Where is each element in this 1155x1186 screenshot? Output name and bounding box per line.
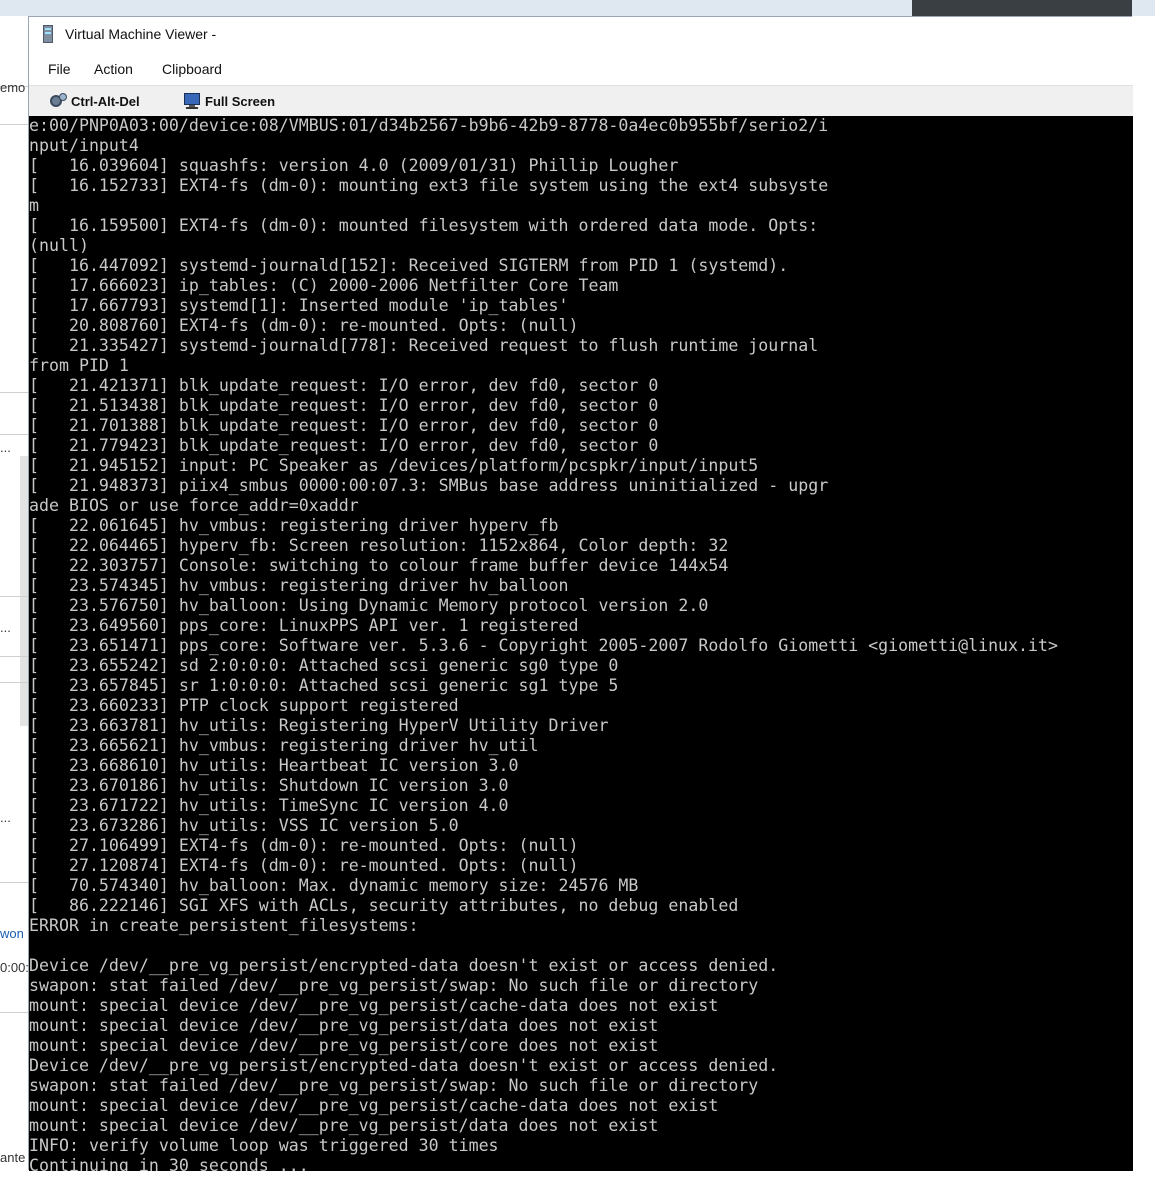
menu-clipboard[interactable]: Clipboard [162, 61, 222, 77]
background-link-fragment: won [0, 926, 24, 941]
console-output: e:00/PNP0A03:00/device:08/VMBUS:01/d34b2… [29, 116, 1058, 1171]
background-text-fragment: 0:00: [0, 960, 28, 975]
toolbar: Ctrl-Alt-Del Full Screen [29, 85, 1133, 116]
divider [0, 882, 28, 883]
menu-file[interactable]: File [48, 61, 71, 77]
title-bar[interactable]: Virtual Machine Viewer - [29, 17, 1133, 53]
ctrl-alt-del-button[interactable]: Ctrl-Alt-Del [49, 90, 140, 112]
menu-action[interactable]: Action [94, 61, 133, 77]
background-text-fragment: ... [0, 620, 11, 635]
divider [0, 434, 28, 435]
divider [0, 392, 28, 393]
background-scrollbar [20, 456, 28, 726]
vm-console-screen[interactable]: e:00/PNP0A03:00/device:08/VMBUS:01/d34b2… [29, 116, 1133, 1171]
background-window-edge: emo ... ... ... won 0:00: ante [0, 16, 28, 1186]
divider [0, 1012, 28, 1013]
background-text-fragment: ante [0, 1150, 26, 1165]
vm-viewer-window: Virtual Machine Viewer - File Action Cli… [28, 16, 1133, 1171]
menu-bar: File Action Clipboard [29, 53, 1133, 85]
background-text-fragment: ... [0, 810, 11, 825]
full-screen-label: Full Screen [205, 93, 276, 109]
full-screen-button[interactable]: Full Screen [183, 90, 275, 112]
ctrl-alt-del-icon [49, 92, 67, 110]
monitor-icon [183, 92, 201, 110]
window-title: Virtual Machine Viewer - [65, 26, 217, 42]
vm-app-icon [43, 25, 53, 43]
ctrl-alt-del-label: Ctrl-Alt-Del [71, 93, 140, 109]
background-photo [912, 0, 1132, 16]
background-text-fragment: ... [0, 440, 11, 455]
background-text-fragment: emo [0, 80, 26, 95]
divider [0, 124, 28, 125]
divider [0, 656, 28, 657]
divider [0, 596, 28, 597]
divider [0, 682, 28, 683]
